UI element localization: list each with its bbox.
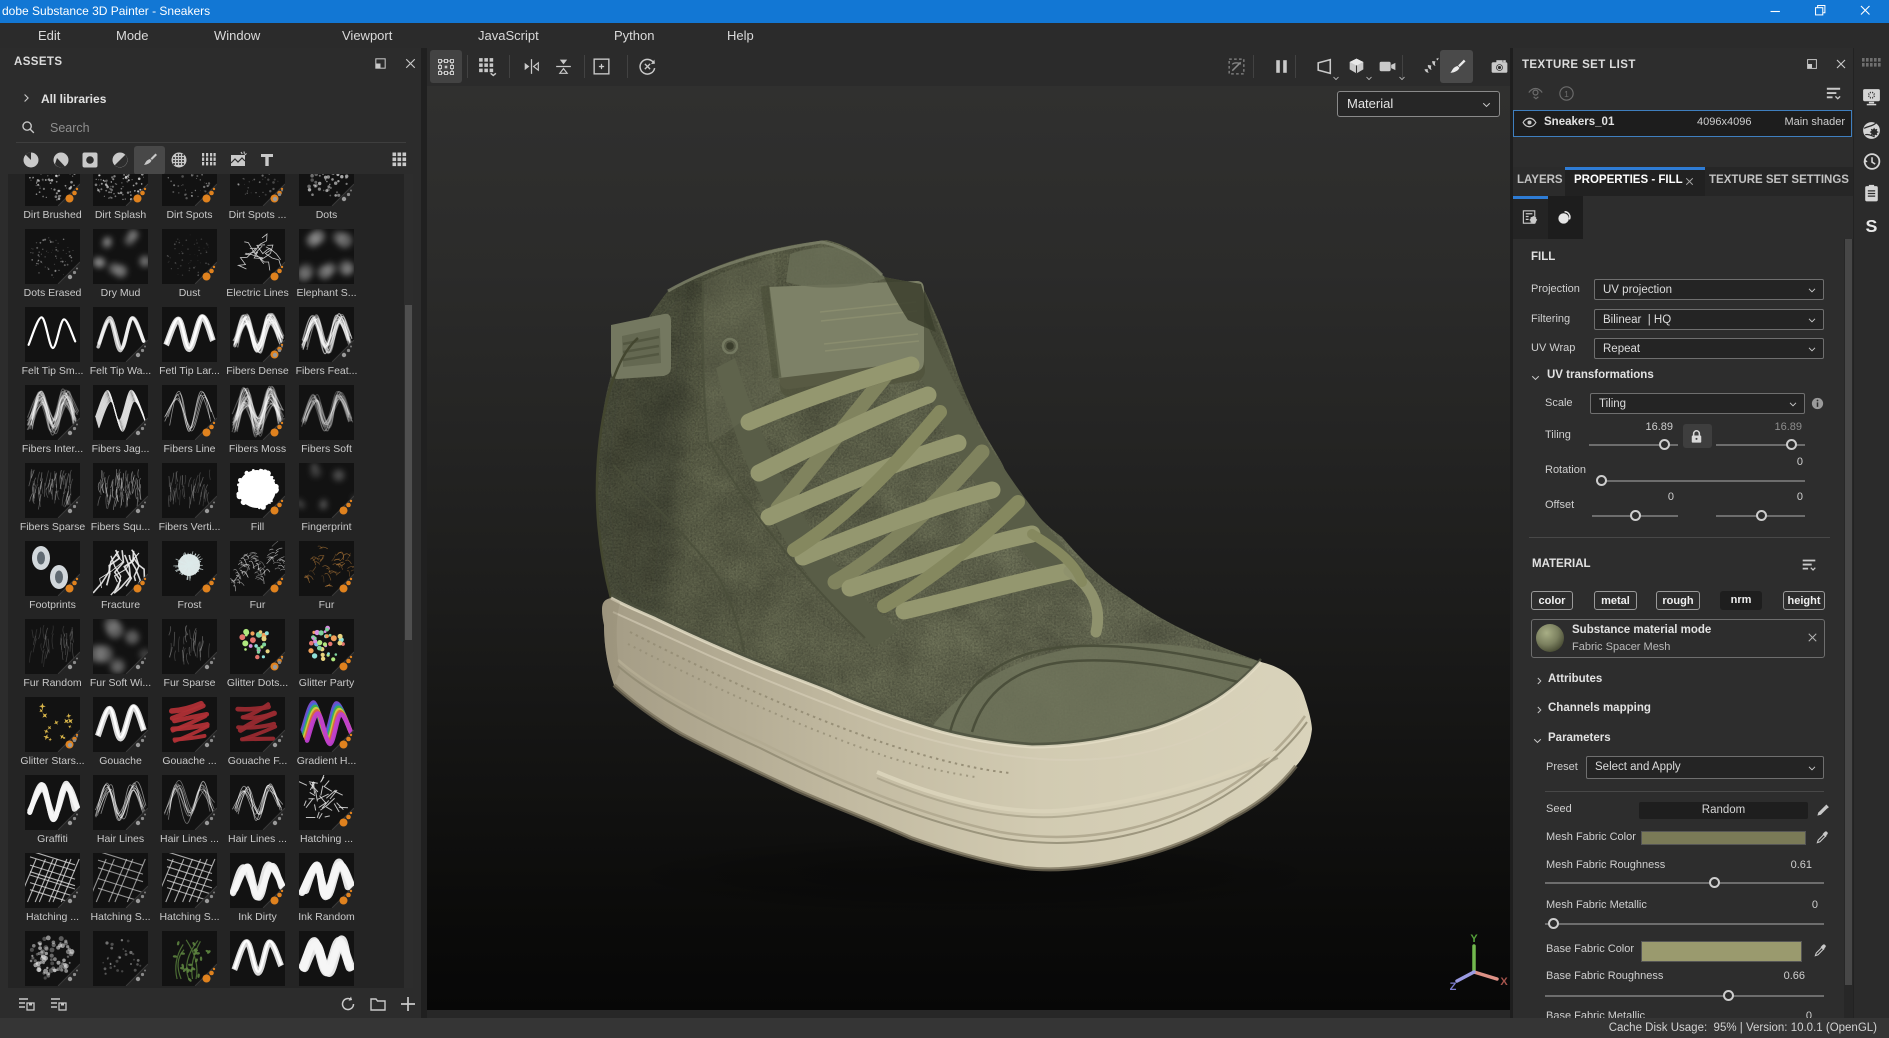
svg-text:S: S — [1866, 216, 1878, 236]
svg-text:1: 1 — [1564, 89, 1569, 99]
svg-text:Y: Y — [1470, 933, 1478, 945]
svg-text:Z: Z — [1450, 981, 1457, 993]
svg-text:X: X — [1500, 976, 1508, 988]
